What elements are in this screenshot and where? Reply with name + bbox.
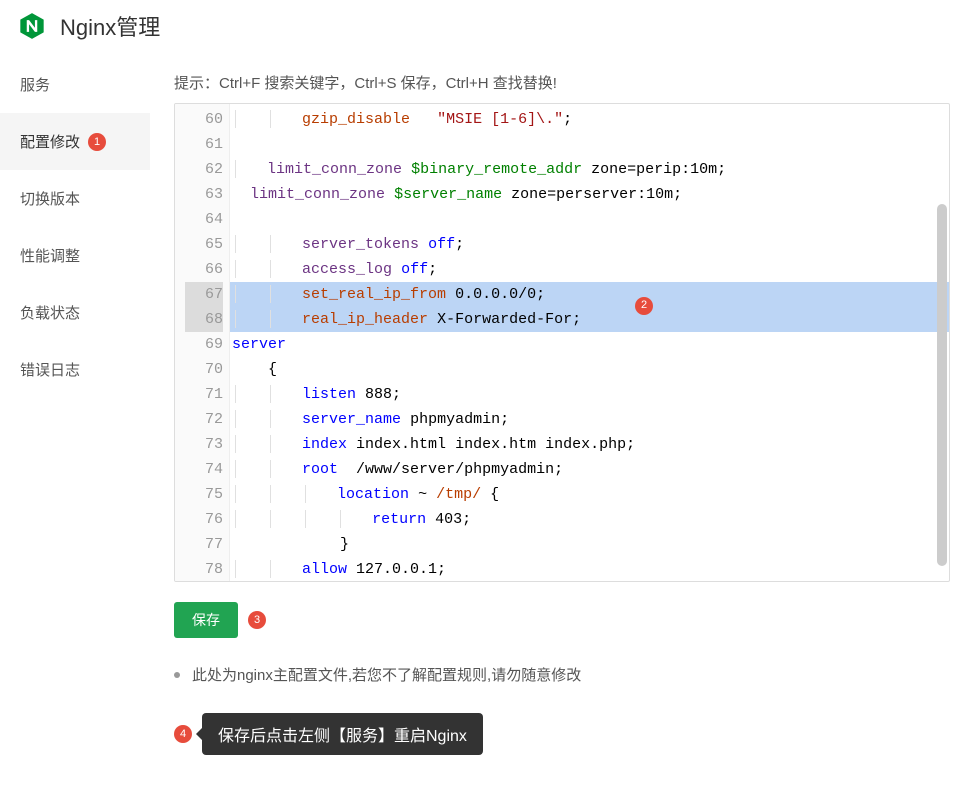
line-number: 75: [185, 482, 223, 507]
sidebar-label: 错误日志: [20, 359, 80, 380]
nginx-logo-icon: [18, 12, 46, 40]
code-line[interactable]: limit_conn_zone $server_name zone=perser…: [230, 182, 949, 207]
code-line[interactable]: allow 127.0.0.1;: [230, 557, 949, 581]
code-line[interactable]: real_ip_header X-Forwarded-For;: [230, 307, 949, 332]
code-line[interactable]: return 403;: [230, 507, 949, 532]
code-line[interactable]: }: [230, 532, 949, 557]
line-number: 76: [185, 507, 223, 532]
code-line[interactable]: location ~ /tmp/ {: [230, 482, 949, 507]
code-line[interactable]: server_tokens off;: [230, 232, 949, 257]
sidebar: 服务 配置修改 1 切换版本 性能调整 负载状态 错误日志: [0, 56, 150, 796]
code-editor[interactable]: 6061626364656667686970717273747576777879…: [174, 103, 950, 582]
line-number: 67: [185, 282, 223, 307]
line-number: 64: [185, 207, 223, 232]
code-line[interactable]: {: [230, 357, 949, 382]
code-line[interactable]: gzip_disable "MSIE [1-6]\.";: [230, 107, 949, 132]
editor-scrollbar[interactable]: [937, 204, 947, 566]
line-number: 69: [185, 332, 223, 357]
hint-text: 提示：Ctrl+F 搜索关键字，Ctrl+S 保存，Ctrl+H 查找替换!: [150, 56, 950, 103]
code-line[interactable]: limit_conn_zone $binary_remote_addr zone…: [230, 157, 949, 182]
line-number: 68: [185, 307, 223, 332]
line-number: 66: [185, 257, 223, 282]
page-title: Nginx管理: [60, 10, 160, 42]
sidebar-item-config[interactable]: 配置修改 1: [0, 113, 150, 170]
tooltip-row: 4 保存后点击左侧【服务】重启Nginx: [150, 685, 950, 755]
bullet-icon: [174, 672, 180, 678]
code-line[interactable]: [230, 132, 949, 157]
sidebar-item-load[interactable]: 负载状态: [0, 284, 150, 341]
line-number: 72: [185, 407, 223, 432]
sidebar-label: 配置修改: [20, 131, 80, 152]
badge-2: 2: [635, 297, 653, 315]
code-line[interactable]: root /www/server/phpmyadmin;: [230, 457, 949, 482]
code-line[interactable]: server: [230, 332, 949, 357]
save-button[interactable]: 保存: [174, 602, 238, 638]
line-number: 71: [185, 382, 223, 407]
restart-tooltip: 保存后点击左侧【服务】重启Nginx: [202, 713, 483, 755]
line-number: 73: [185, 432, 223, 457]
code-area[interactable]: gzip_disable "MSIE [1-6]\."; limit_conn_…: [230, 104, 949, 581]
line-number: 78: [185, 557, 223, 582]
header: Nginx管理: [0, 0, 980, 56]
sidebar-item-performance[interactable]: 性能调整: [0, 227, 150, 284]
sidebar-item-service[interactable]: 服务: [0, 56, 150, 113]
warning-line: 此处为nginx主配置文件,若您不了解配置规则,请勿随意修改: [150, 638, 950, 685]
warning-text: 此处为nginx主配置文件,若您不了解配置规则,请勿随意修改: [192, 664, 581, 685]
line-gutter: 6061626364656667686970717273747576777879: [175, 104, 230, 581]
code-line[interactable]: access_log off;: [230, 257, 949, 282]
code-line[interactable]: server_name phpmyadmin;: [230, 407, 949, 432]
sidebar-label: 负载状态: [20, 302, 80, 323]
line-number: 62: [185, 157, 223, 182]
line-number: 74: [185, 457, 223, 482]
code-line[interactable]: set_real_ip_from 0.0.0.0/0;: [230, 282, 949, 307]
code-line[interactable]: [230, 207, 949, 232]
content: 提示：Ctrl+F 搜索关键字，Ctrl+S 保存，Ctrl+H 查找替换! 6…: [150, 56, 980, 796]
sidebar-item-errorlog[interactable]: 错误日志: [0, 341, 150, 398]
line-number: 65: [185, 232, 223, 257]
badge-4: 4: [174, 725, 192, 743]
line-number: 60: [185, 107, 223, 132]
line-number: 61: [185, 132, 223, 157]
badge-1: 1: [88, 133, 106, 151]
main: 服务 配置修改 1 切换版本 性能调整 负载状态 错误日志 提示：Ctrl+F …: [0, 56, 980, 796]
line-number: 70: [185, 357, 223, 382]
line-number: 77: [185, 532, 223, 557]
footer-actions: 保存 3: [150, 582, 950, 638]
sidebar-item-version[interactable]: 切换版本: [0, 170, 150, 227]
line-number: 63: [185, 182, 223, 207]
sidebar-label: 切换版本: [20, 188, 80, 209]
code-line[interactable]: index index.html index.htm index.php;: [230, 432, 949, 457]
badge-3: 3: [248, 611, 266, 629]
sidebar-label: 服务: [20, 74, 50, 95]
sidebar-label: 性能调整: [20, 245, 80, 266]
code-line[interactable]: listen 888;: [230, 382, 949, 407]
